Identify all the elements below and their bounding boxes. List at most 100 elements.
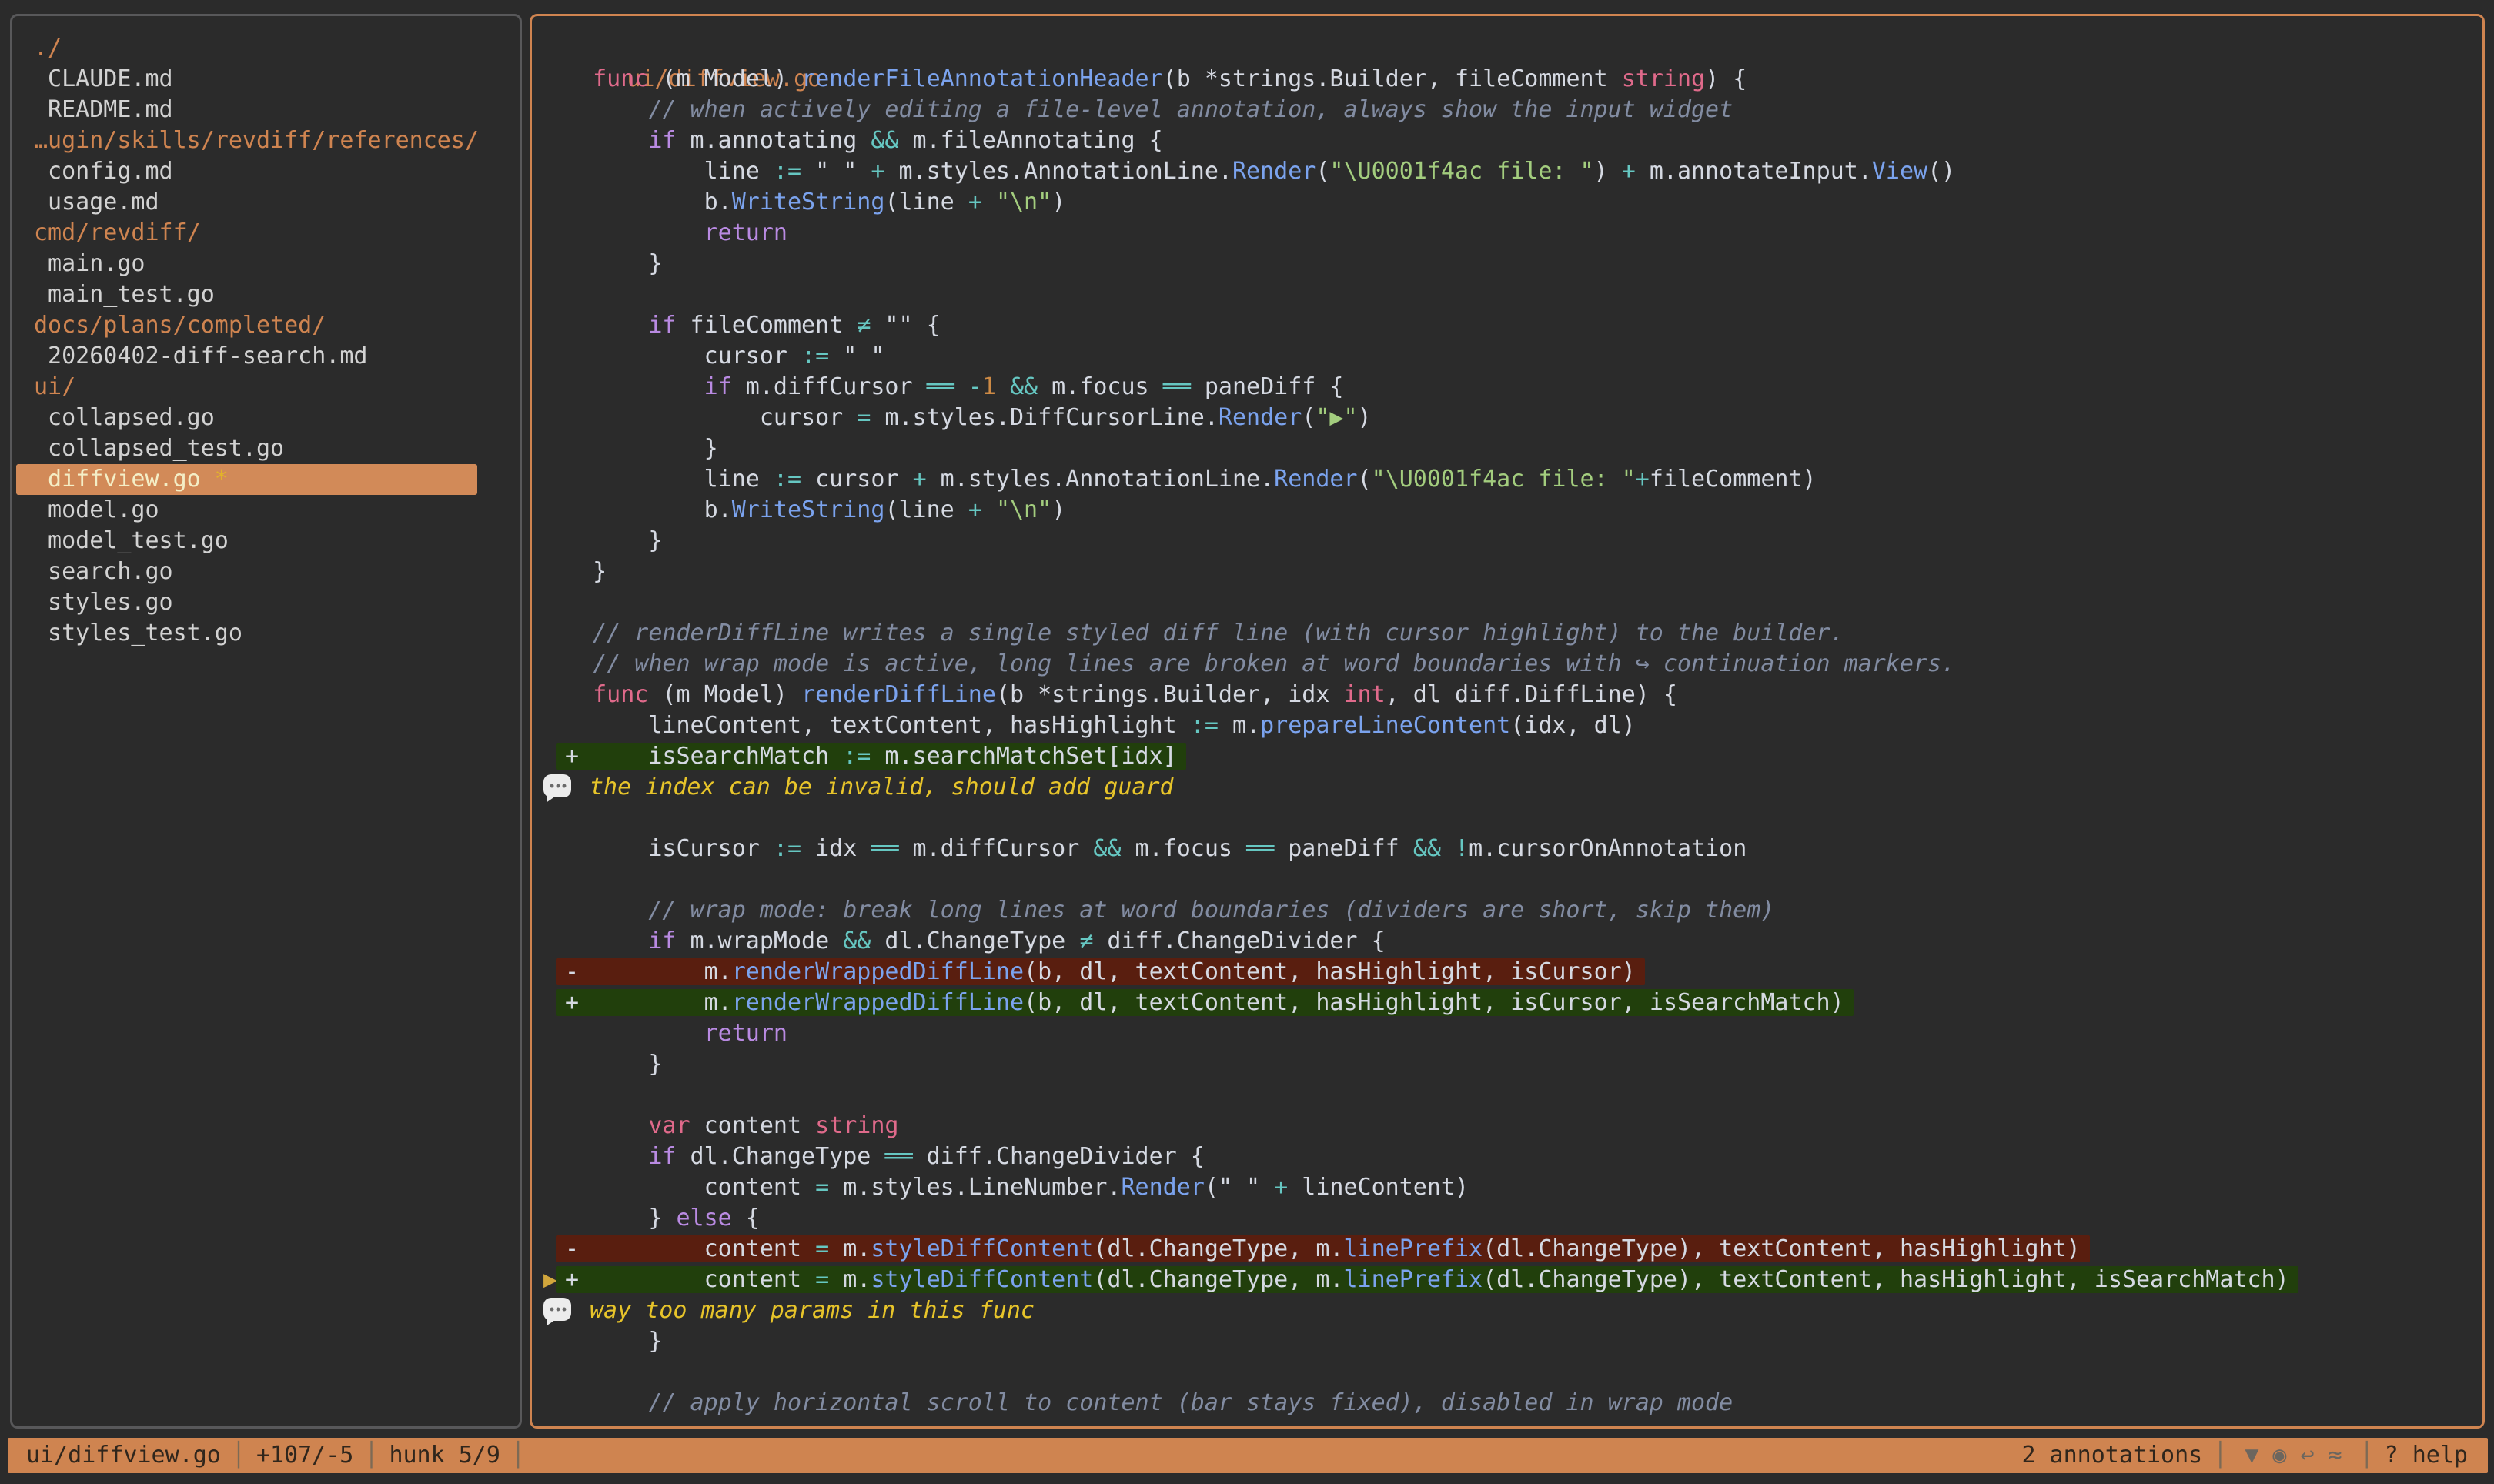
gutter-cell [543,187,565,218]
annotation-line: the index can be invalid, should add gua… [532,772,2482,803]
code-line: } else { [532,1203,2482,1234]
status-separator: │ [353,1438,389,1473]
code-line: b.WriteString(line + "\n") [532,187,2482,218]
file-label: diffview.go [34,466,201,493]
sidebar-item-directory[interactable]: docs/plans/completed/ [12,310,520,341]
code-text: // wrap mode: break long lines at word b… [565,897,1774,924]
file-label: search.go [34,558,173,585]
sidebar-item-file[interactable]: main.go [12,249,520,279]
sidebar-item-file[interactable]: usage.md [12,187,520,218]
code-text: + isSearchMatch := m.searchMatchSet[idx] [556,743,1186,770]
code-line: if m.diffCursor ══ -1 && m.focus ══ pane… [532,372,2482,403]
speech-bubble-icon [543,1298,571,1321]
sidebar-item-directory[interactable]: …ugin/skills/revdiff/references/ [12,125,520,156]
diff-removed-line: - m.renderWrappedDiffLine(b, dl, textCon… [532,957,2482,988]
sidebar-item-directory[interactable]: cmd/revdiff/ [12,218,520,249]
code-line: line := cursor + m.styles.AnnotationLine… [532,464,2482,495]
status-diffstat: +107/-5 [256,1438,353,1473]
code-text: // renderDiffLine writes a single styled… [565,620,1844,647]
blank-line [532,1357,2482,1388]
gutter-cell [543,249,565,279]
file-label: docs/plans/completed/ [34,312,326,339]
gutter-cell [543,464,565,495]
code-text: line := " " + m.styles.AnnotationLine.Re… [565,158,1955,185]
code-line: } [532,1049,2482,1080]
file-label: CLAUDE.md [34,65,173,92]
status-separator: │ [2349,1438,2385,1473]
code-line: cursor = m.styles.DiffCursorLine.Render(… [532,403,2482,433]
code-text: // apply horizontal scroll to content (b… [565,1389,1733,1416]
gutter-cell [543,372,565,403]
blank-line [532,587,2482,618]
gutter-cell [543,1049,565,1080]
gutter-cell [543,834,565,864]
annotation-text: way too many params in this func [590,1297,1035,1324]
annotation-text: the index can be invalid, should add gua… [590,774,1174,800]
diff-panel-header: ui/diffview.go [532,33,2482,64]
sidebar-item-directory[interactable]: ui/ [12,372,520,403]
code-line: cursor := " " [532,341,2482,372]
file-label: model.go [34,496,159,523]
code-line: lineContent, textContent, hasHighlight :… [532,710,2482,741]
gutter-cell [543,1018,565,1049]
sidebar-item-file[interactable]: collapsed.go [12,403,520,433]
sidebar-item-file[interactable]: config.md [12,156,520,187]
code-text: if m.diffCursor ══ -1 && m.focus ══ pane… [565,373,1344,400]
sidebar-item-file[interactable]: main_test.go [12,279,520,310]
code-text: cursor = m.styles.DiffCursorLine.Render(… [565,404,1372,431]
code-text: - content = m.styleDiffContent(dl.Change… [556,1235,2090,1262]
blank-line [532,803,2482,834]
code-text: if fileComment ≠ "" { [565,312,941,339]
code-line: return [532,218,2482,249]
code-line: // when wrap mode is active, long lines … [532,649,2482,680]
gutter-cell [543,710,565,741]
code-line: // apply horizontal scroll to content (b… [532,1388,2482,1419]
code-line: } [532,1326,2482,1357]
code-line: if m.wrapMode && dl.ChangeType ≠ diff.Ch… [532,926,2482,957]
blank-line [532,279,2482,310]
code-line: content = m.styles.LineNumber.Render(" "… [532,1172,2482,1203]
sidebar-item-file[interactable]: README.md [12,95,520,125]
file-label: config.md [34,158,173,185]
return-arrow-icon: ↩ [2293,1438,2321,1473]
code-line: } [532,526,2482,556]
sidebar-item-file[interactable]: collapsed_test.go [12,433,520,464]
code-line: isCursor := idx ══ m.diffCursor && m.foc… [532,834,2482,864]
file-label: usage.md [34,189,159,216]
sidebar-item-file[interactable]: model_test.go [12,526,520,556]
status-separator: │ [2202,1438,2238,1473]
code-text: return [565,219,787,246]
file-label: model_test.go [34,527,229,554]
code-line: // wrap mode: break long lines at word b… [532,895,2482,926]
code-text: cursor := " " [565,343,884,369]
code-line: b.WriteString(line + "\n") [532,495,2482,526]
code-text: b.WriteString(line + "\n") [565,496,1065,523]
sidebar-item-file[interactable]: diffview.go * [16,464,477,495]
code-text: + m.renderWrappedDiffLine(b, dl, textCon… [556,989,1854,1016]
gutter-cell [543,618,565,649]
status-file: ui/diffview.go [26,1438,221,1473]
sidebar-item-file[interactable]: styles.go [12,587,520,618]
diff-panel: ui/diffview.go func (m Model) renderFile… [530,14,2485,1429]
file-label: main_test.go [34,281,215,308]
code-text: isCursor := idx ══ m.diffCursor && m.foc… [565,835,1747,862]
sidebar-item-file[interactable]: search.go [12,556,520,587]
sidebar-item-file[interactable]: 20260402-diff-search.md [12,341,520,372]
sidebar-item-file[interactable]: model.go [12,495,520,526]
gutter-cell [543,341,565,372]
gutter-cell [543,125,565,156]
sidebar-item-directory[interactable]: ./ [12,33,520,64]
code-text: } [565,435,718,462]
sidebar-item-file[interactable]: styles_test.go [12,618,520,649]
sidebar-item-file[interactable]: CLAUDE.md [12,64,520,95]
code-text: if dl.ChangeType ══ diff.ChangeDivider { [565,1143,1205,1170]
file-label: README.md [34,96,173,123]
file-label: cmd/revdiff/ [34,219,201,246]
code-text: if m.wrapMode && dl.ChangeType ≠ diff.Ch… [565,928,1386,954]
code-line: var content string [532,1111,2482,1141]
speech-bubble-icon [543,774,571,797]
code-text: lineContent, textContent, hasHighlight :… [565,712,1636,739]
code-line: } [532,249,2482,279]
code-text: + content = m.styleDiffContent(dl.Change… [556,1266,2298,1293]
help-hint[interactable]: ? help [2385,1438,2468,1473]
